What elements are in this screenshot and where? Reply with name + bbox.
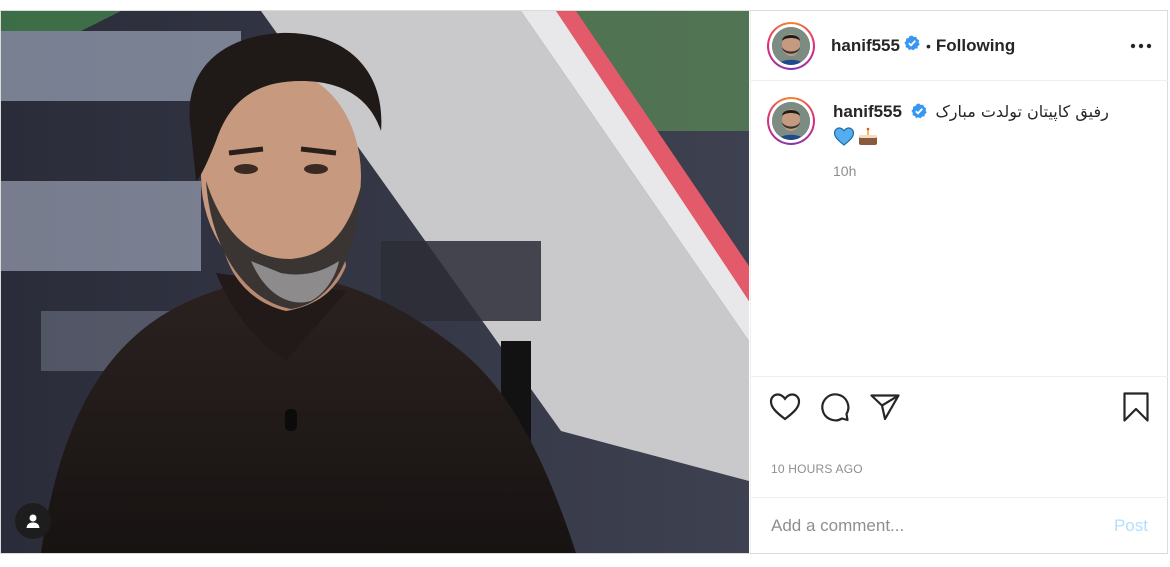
caption: hanif555 رفیق کاپیتان تولدت مبارک 10h: [767, 97, 1152, 179]
caption-username[interactable]: hanif555: [833, 102, 902, 121]
post-sidebar: hanif555 • Following hanif555 رفیق کاپیت…: [750, 11, 1168, 553]
header-username[interactable]: hanif555: [831, 36, 900, 56]
caption-avatar[interactable]: [767, 97, 815, 145]
post-date: 10 HOURS AGO: [771, 462, 863, 476]
post-card: hanif555 • Following hanif555 رفیق کاپیت…: [0, 10, 1168, 554]
comment-button[interactable]: [819, 392, 851, 422]
caption-emojis: [833, 127, 1109, 147]
send-icon: [870, 394, 900, 421]
bookmark-icon: [1123, 392, 1149, 422]
avatar[interactable]: [767, 21, 815, 70]
more-icon: [1130, 43, 1152, 48]
avatar-image: [772, 102, 810, 140]
separator-dot: •: [925, 37, 931, 54]
caption-text: رفیق کاپیتان تولدت مبارک: [935, 102, 1109, 121]
heart-icon: [769, 393, 801, 421]
cake-icon: [859, 127, 877, 145]
user-icon: [26, 514, 40, 528]
comments-section: hanif555 رفیق کاپیتان تولدت مبارک 10h: [751, 81, 1168, 377]
verified-badge-icon: [911, 103, 927, 125]
tagged-users-button[interactable]: [15, 503, 51, 539]
action-bar: [751, 377, 1168, 437]
comment-input[interactable]: [771, 515, 1114, 536]
save-button[interactable]: [1122, 391, 1150, 423]
add-comment-bar: Post: [751, 497, 1168, 553]
comment-icon: [821, 393, 850, 422]
post-header: hanif555 • Following: [751, 11, 1168, 81]
following-button[interactable]: Following: [936, 36, 1015, 56]
post-comment-button[interactable]: Post: [1114, 516, 1148, 536]
studio-photo: [1, 11, 749, 553]
post-image[interactable]: [1, 11, 749, 553]
more-options-button[interactable]: [1130, 43, 1152, 49]
like-button[interactable]: [769, 392, 801, 422]
verified-badge-icon: [904, 35, 920, 56]
blue-heart-icon: [833, 127, 855, 146]
caption-time: 10h: [833, 163, 857, 179]
avatar-image: [772, 26, 810, 65]
share-button[interactable]: [869, 392, 901, 422]
